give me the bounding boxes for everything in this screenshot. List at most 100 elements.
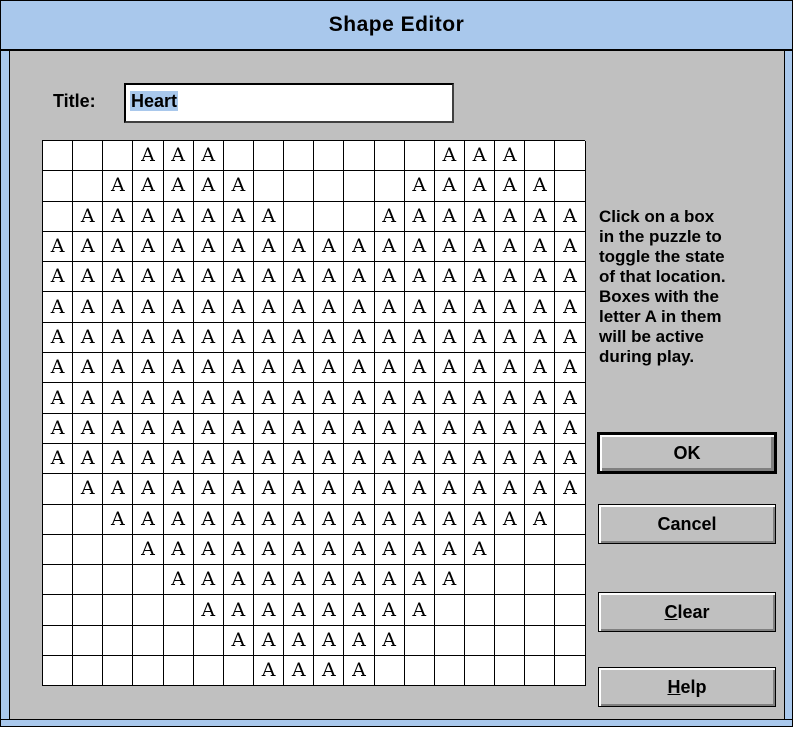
puzzle-cell[interactable] [284, 171, 315, 202]
puzzle-cell[interactable]: A [163, 141, 194, 172]
puzzle-cell[interactable] [73, 656, 104, 687]
puzzle-cell[interactable] [73, 534, 104, 566]
puzzle-cell[interactable]: A [133, 262, 164, 293]
puzzle-cell[interactable]: A [73, 383, 104, 414]
puzzle-cell[interactable]: A [193, 413, 224, 444]
puzzle-cell[interactable]: A [43, 262, 74, 293]
puzzle-cell[interactable]: A [434, 565, 465, 596]
puzzle-cell[interactable]: A [223, 565, 254, 596]
puzzle-cell[interactable] [555, 171, 586, 202]
puzzle-cell[interactable] [404, 625, 435, 657]
puzzle-cell[interactable]: A [374, 231, 405, 263]
puzzle-cell[interactable]: A [284, 383, 315, 414]
puzzle-cell[interactable] [73, 141, 104, 172]
puzzle-cell[interactable] [344, 201, 375, 232]
puzzle-cell[interactable] [43, 474, 74, 505]
puzzle-cell[interactable]: A [374, 353, 405, 384]
puzzle-cell[interactable] [495, 565, 526, 596]
puzzle-cell[interactable]: A [434, 504, 465, 535]
puzzle-cell[interactable]: A [555, 443, 586, 475]
puzzle-cell[interactable] [103, 534, 134, 566]
puzzle-cell[interactable]: A [193, 262, 224, 293]
puzzle-cell[interactable]: A [374, 292, 405, 323]
puzzle-cell[interactable]: A [223, 474, 254, 505]
puzzle-cell[interactable]: A [43, 353, 74, 384]
puzzle-cell[interactable]: A [103, 201, 134, 232]
puzzle-cell[interactable] [223, 656, 254, 687]
puzzle-cell[interactable]: A [163, 262, 194, 293]
puzzle-cell[interactable]: A [525, 322, 556, 354]
puzzle-cell[interactable]: A [133, 141, 164, 172]
puzzle-cell[interactable]: A [464, 474, 496, 505]
puzzle-cell[interactable]: A [344, 656, 375, 687]
puzzle-cell[interactable]: A [193, 595, 224, 626]
puzzle-cell[interactable]: A [404, 262, 435, 293]
puzzle-cell[interactable]: A [404, 171, 435, 202]
puzzle-cell[interactable]: A [193, 141, 224, 172]
puzzle-cell[interactable]: A [103, 262, 134, 293]
puzzle-cell[interactable]: A [374, 262, 405, 293]
puzzle-cell[interactable]: A [495, 353, 526, 384]
puzzle-cell[interactable]: A [193, 565, 224, 596]
puzzle-cell[interactable]: A [163, 534, 194, 566]
puzzle-cell[interactable] [284, 141, 315, 172]
help-button[interactable]: Help [598, 667, 776, 707]
puzzle-cell[interactable]: A [374, 443, 405, 475]
puzzle-cell[interactable] [525, 656, 556, 687]
puzzle-cell[interactable]: A [374, 504, 405, 535]
puzzle-cell[interactable]: A [314, 656, 345, 687]
puzzle-cell[interactable]: A [73, 201, 104, 232]
puzzle-cell[interactable]: A [495, 504, 526, 535]
puzzle-cell[interactable]: A [133, 231, 164, 263]
puzzle-cell[interactable] [434, 625, 465, 657]
puzzle-cell[interactable]: A [464, 171, 496, 202]
puzzle-cell[interactable]: A [464, 322, 496, 354]
puzzle-cell[interactable] [43, 595, 74, 626]
puzzle-cell[interactable]: A [133, 201, 164, 232]
puzzle-cell[interactable]: A [314, 595, 345, 626]
puzzle-cell[interactable]: A [314, 353, 345, 384]
puzzle-cell[interactable] [495, 534, 526, 566]
puzzle-cell[interactable]: A [284, 565, 315, 596]
puzzle-cell[interactable]: A [163, 322, 194, 354]
puzzle-cell[interactable]: A [43, 443, 74, 475]
puzzle-cell[interactable]: A [344, 474, 375, 505]
puzzle-cell[interactable] [103, 565, 134, 596]
puzzle-cell[interactable]: A [434, 413, 465, 444]
puzzle-cell[interactable]: A [555, 322, 586, 354]
puzzle-cell[interactable]: A [223, 231, 254, 263]
puzzle-cell[interactable] [344, 141, 375, 172]
puzzle-cell[interactable]: A [464, 443, 496, 475]
puzzle-cell[interactable]: A [253, 534, 285, 566]
puzzle-cell[interactable]: A [495, 171, 526, 202]
puzzle-cell[interactable]: A [525, 171, 556, 202]
puzzle-cell[interactable]: A [404, 201, 435, 232]
puzzle-cell[interactable]: A [284, 262, 315, 293]
puzzle-cell[interactable]: A [193, 292, 224, 323]
puzzle-cell[interactable]: A [284, 595, 315, 626]
puzzle-cell[interactable] [163, 595, 194, 626]
puzzle-cell[interactable]: A [284, 656, 315, 687]
puzzle-cell[interactable]: A [103, 231, 134, 263]
puzzle-cell[interactable] [525, 534, 556, 566]
puzzle-cell[interactable] [495, 656, 526, 687]
puzzle-cell[interactable]: A [344, 292, 375, 323]
puzzle-cell[interactable] [43, 656, 74, 687]
puzzle-cell[interactable]: A [495, 231, 526, 263]
puzzle-cell[interactable] [223, 141, 254, 172]
puzzle-cell[interactable]: A [404, 595, 435, 626]
puzzle-cell[interactable]: A [253, 443, 285, 475]
puzzle-cell[interactable]: A [103, 292, 134, 323]
puzzle-cell[interactable]: A [404, 534, 435, 566]
puzzle-cell[interactable]: A [133, 474, 164, 505]
puzzle-cell[interactable]: A [73, 292, 104, 323]
puzzle-cell[interactable]: A [284, 474, 315, 505]
puzzle-cell[interactable]: A [525, 292, 556, 323]
puzzle-cell[interactable] [133, 565, 164, 596]
puzzle-cell[interactable]: A [133, 413, 164, 444]
puzzle-cell[interactable]: A [495, 141, 526, 172]
puzzle-cell[interactable] [43, 201, 74, 232]
puzzle-cell[interactable]: A [103, 322, 134, 354]
puzzle-cell[interactable]: A [344, 322, 375, 354]
puzzle-cell[interactable]: A [314, 625, 345, 657]
